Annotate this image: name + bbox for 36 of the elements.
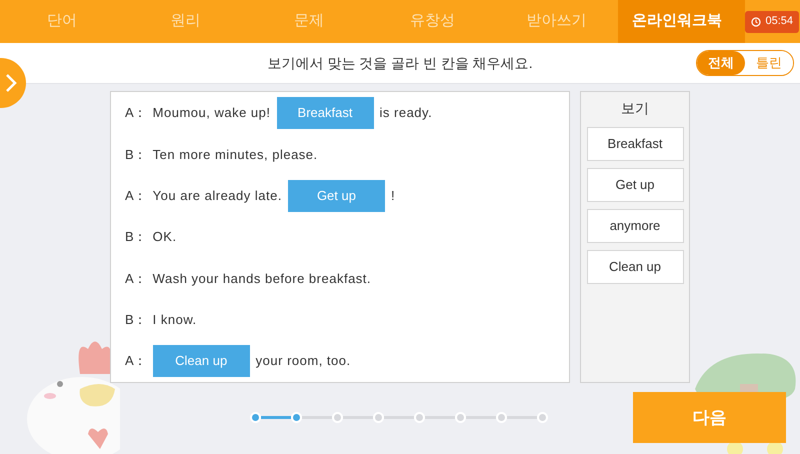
word-bank-title: 보기	[621, 99, 649, 118]
instruction-text: 보기에서 맞는 것을 골라 빈 칸을 채우세요.	[267, 54, 533, 72]
speaker-label: B：	[125, 146, 147, 164]
timer-text: 05:54	[766, 14, 794, 30]
dialogue-text: OK.	[152, 228, 177, 246]
nav-tab[interactable]: 받아쓰기	[494, 0, 618, 43]
answer-blank[interactable]: Breakfast	[276, 97, 374, 129]
clock-icon	[750, 16, 760, 26]
chevron-right-icon	[5, 73, 17, 93]
word-option[interactable]: Clean up	[586, 250, 684, 284]
answer-blank[interactable]: Clean up	[152, 344, 250, 377]
dialogue-text: Ten more minutes, please.	[152, 146, 318, 164]
nav-tab[interactable]: 문제	[247, 0, 371, 43]
speaker-label: A：	[125, 352, 147, 370]
nav-tab[interactable]: 원리	[124, 0, 248, 43]
dialogue-text: is ready.	[380, 104, 432, 122]
nav-tab[interactable]: 단어	[0, 0, 124, 43]
dialogue-text: your room, too.	[256, 352, 351, 370]
dialogue-text: You are already late.	[152, 186, 282, 205]
word-option[interactable]: Get up	[586, 168, 684, 202]
nav-tab[interactable]: 온라인워크북	[618, 0, 744, 43]
word-option[interactable]: Breakfast	[586, 127, 684, 161]
speaker-label: B：	[125, 228, 147, 246]
speaker-label: A：	[125, 186, 147, 205]
dialogue-text: I know.	[152, 310, 197, 329]
nav-tab[interactable]: 유창성	[370, 0, 494, 43]
dialogue-text: !	[390, 186, 396, 205]
next-button[interactable]: 다음	[633, 392, 786, 443]
dialogue-text: Moumou, wake up!	[152, 104, 271, 122]
speaker-label: A：	[125, 270, 147, 288]
speaker-label: A：	[125, 104, 147, 122]
answer-blank[interactable]: Get up	[288, 180, 385, 212]
word-option[interactable]: anymore	[586, 209, 684, 243]
dialogue-text: Wash your hands before breakfast.	[152, 270, 372, 288]
speaker-label: B：	[125, 310, 147, 329]
filter-toggle[interactable]: 전체	[697, 51, 745, 75]
